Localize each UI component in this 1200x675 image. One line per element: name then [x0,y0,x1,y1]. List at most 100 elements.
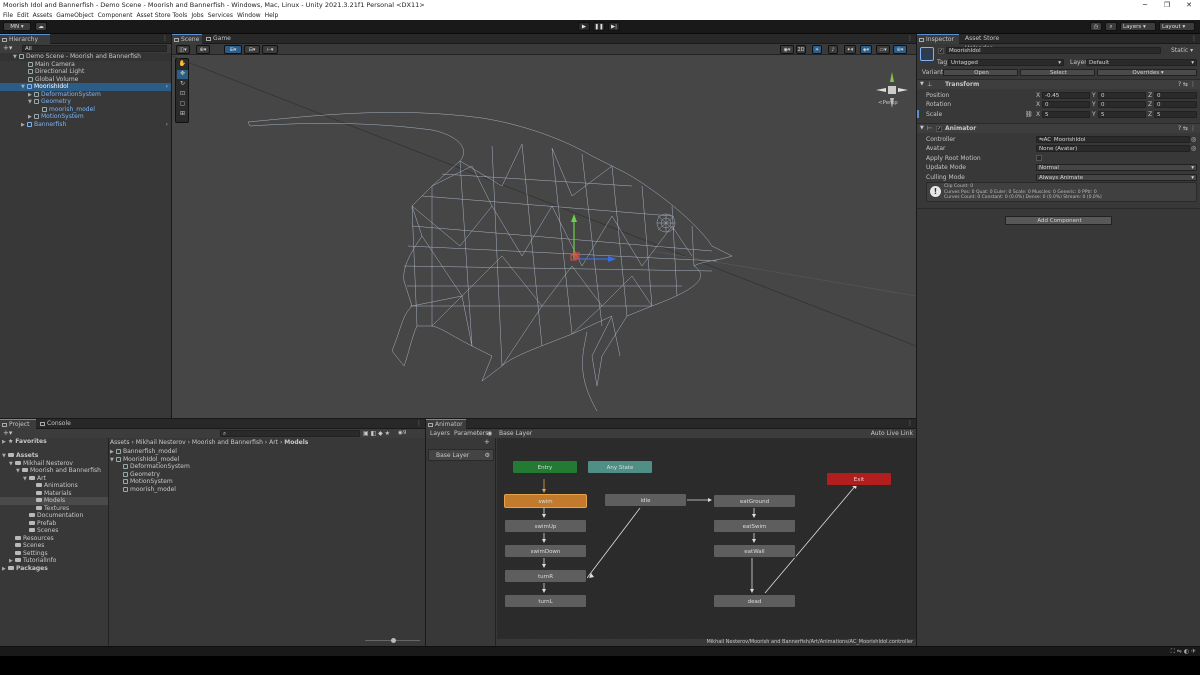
hierarchy-item-geometry[interactable]: ▼ Geometry [0,98,71,106]
minimize-icon[interactable]: ─ [1134,0,1156,11]
add-icon[interactable]: +▾ [3,44,12,53]
scale-x-field[interactable]: 5 [1042,110,1090,118]
update-mode-dropdown[interactable]: Normal ▾ [1036,164,1197,171]
visibility-icon[interactable]: ◈▾ [860,45,872,54]
static-toggle[interactable]: Static ▾ [1171,47,1193,54]
layer-dropdown[interactable]: Default ▾ [1086,59,1197,66]
maximize-icon[interactable]: ❐ [1156,0,1178,11]
menu-help[interactable]: Help [265,11,279,20]
lighting-icon[interactable]: ☀ [812,45,822,54]
state-swimdown[interactable]: swimDown [504,544,587,558]
eye-icon[interactable]: ◉ [487,429,492,438]
menu-component[interactable]: Component [98,11,133,20]
folder-materials[interactable]: Materials [0,490,72,498]
state-swim[interactable]: swim [504,494,587,508]
layers-tab[interactable]: Layers [430,429,450,438]
state-eatwall[interactable]: eatWall [713,544,796,558]
state-idle[interactable]: idle [604,493,687,507]
tab-hierarchy[interactable]: Hierarchy [0,34,50,44]
folder-moorish-and-bannerfish[interactable]: ▼ Moorish and Bannerfish [0,467,101,475]
menu-jobs[interactable]: Jobs [191,11,203,20]
folder-scenes[interactable]: Scenes [0,542,44,550]
add-component-button[interactable]: Add Component [1005,216,1112,225]
file-bannerfish-model[interactable]: ▶ Bannerfish_model [110,448,177,456]
hidden-count[interactable]: ◉9 [398,430,406,436]
hierarchy-search-input[interactable]: All [22,45,167,52]
enabled-checkbox[interactable]: ✓ [936,126,942,132]
tag-dropdown[interactable]: Untagged ▾ [948,59,1064,66]
menu-edit[interactable]: Edit [17,11,29,20]
tab-animator[interactable]: Animator [426,419,466,429]
object-name-field[interactable]: MoorishIdol [946,47,1161,54]
state-turnl[interactable]: turnL [504,594,587,608]
folder-scenes-art[interactable]: Scenes [0,527,58,535]
rotation-z-field[interactable]: 0 [1154,101,1197,108]
object-picker-icon[interactable]: ◎ [1191,136,1196,143]
search-icon[interactable]: ⌕ [1105,22,1117,31]
layer-breadcrumb[interactable]: Base Layer [499,429,532,438]
menu-assets[interactable]: Assets [33,11,53,20]
rotation-y-field[interactable]: 0 [1098,101,1146,108]
folder-settings[interactable]: Settings [0,550,48,558]
layout-dropdown[interactable]: Layout ▾ [1159,22,1195,31]
grid-snap-icon[interactable]: ⊞▾ [224,45,242,54]
file-motionsystem[interactable]: MotionSystem [110,478,173,486]
rotation-x-field[interactable]: 0 [1042,101,1090,108]
camera-icon[interactable]: ▭▾ [876,45,890,54]
add-icon[interactable]: +▾ [3,429,12,438]
tab-inspector[interactable]: Inspector [917,34,959,44]
object-picker-icon[interactable]: ◎ [1191,145,1196,152]
pause-icon[interactable]: ❚❚ [593,22,605,31]
auto-live-link-toggle[interactable]: Auto Live Link [871,429,913,438]
play-icon[interactable]: ▶ [578,22,590,31]
state-any-state[interactable]: Any State [587,460,653,474]
tab-project[interactable]: Project [0,419,36,429]
breadcrumb-models[interactable]: Models [284,439,308,446]
panel-menu-icon[interactable]: ⋮ [1191,34,1197,44]
menu-gameobject[interactable]: GameObject [56,11,93,20]
panel-menu-icon[interactable]: ⋮ [162,34,168,44]
file-moorishidol-model[interactable]: ▼ MoorishIdol_model [110,456,179,464]
folder-textures[interactable]: Textures [0,505,69,513]
hierarchy-item-main-camera[interactable]: Main Camera [0,61,75,69]
tab-asset-store-uploader[interactable]: Asset Store Uploader [961,34,1031,52]
hierarchy-item-directional-light[interactable]: Directional Light [0,68,84,76]
hierarchy-item-global-volume[interactable]: Global Volume [0,76,78,84]
panel-menu-icon[interactable]: ⋮ [416,419,422,429]
snap-increment-icon[interactable]: ⊟▾ [244,45,260,54]
chevron-right-icon[interactable]: › [166,121,168,129]
state-turnr[interactable]: turnR [504,569,587,583]
folder-mikhail-nesterov[interactable]: ▼ Mikhail Nesterov [0,460,73,468]
transform-header[interactable]: ▼ ⊥ Transform ? ⇆ ⋮ [917,79,1200,89]
menu-services[interactable]: Services [208,11,233,20]
active-checkbox[interactable]: ✓ [938,48,944,54]
account-button[interactable]: MN ▾ [3,22,31,31]
folder-documentation[interactable]: Documentation [0,512,83,520]
hierarchy-item-moorishidol[interactable]: ▼ MoorishIdol › [0,83,171,91]
pivot-icon[interactable]: ⊕▾ [196,45,210,54]
breadcrumb-moorish-and-bannerfish[interactable]: Moorish and Bannerfish [192,439,263,446]
file-geometry[interactable]: Geometry [110,471,160,479]
state-dead[interactable]: dead [713,594,796,608]
hierarchy-item-motionsystem[interactable]: ▶ MotionSystem [0,113,84,121]
cloud-icon[interactable]: ☁ [35,22,47,31]
culling-mode-dropdown[interactable]: Always Animate ▾ [1036,173,1197,181]
breadcrumb-art[interactable]: Art [269,439,278,446]
state-swimup[interactable]: swimUp [504,519,587,533]
controller-field[interactable]: ⇋AC_MoorishIdol [1036,136,1190,143]
file-deformationsystem[interactable]: DeformationSystem [110,463,190,471]
filter-icons[interactable]: ▣ ◧ ◆ ★ [363,430,390,437]
state-eatswim[interactable]: eatSwim [713,519,796,533]
tab-game[interactable]: Game [204,34,236,44]
audio-icon[interactable]: ♪ [828,45,838,54]
project-search-input[interactable]: ⌕ [220,430,360,437]
folder-animations[interactable]: Animations [0,482,78,490]
base-layer-item[interactable]: Base Layer ⚙ [428,449,494,461]
favorites-row[interactable]: ▶ ★ Favorites [0,438,47,446]
hierarchy-item-moorish-model[interactable]: moorish_model [0,106,95,114]
component-menu-icon[interactable]: ? ⇆ ⋮ [1178,81,1196,88]
scale-z-field[interactable]: 5 [1154,110,1197,118]
prefab-overrides-button[interactable]: Overrides ▾ [1097,69,1197,76]
close-icon[interactable]: ✕ [1178,0,1200,11]
position-z-field[interactable]: 0 [1154,92,1197,99]
